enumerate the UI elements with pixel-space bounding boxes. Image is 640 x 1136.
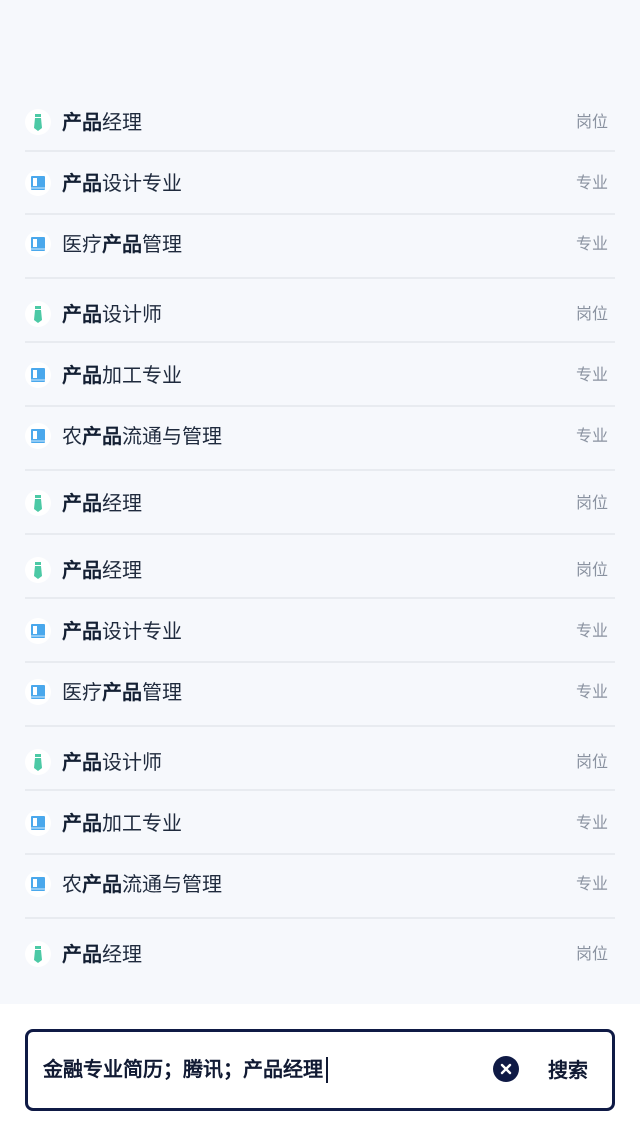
suggestion-item[interactable]: 产品经理 岗位	[25, 547, 615, 593]
tie-icon	[25, 941, 51, 967]
search-query-text: 金融专业简历；腾讯；产品经理	[43, 1057, 323, 1081]
suggestion-list: 产品经理 岗位 产品设计专业 专业 医疗产品管理 专业 产品设计师 岗位 产品加…	[0, 0, 640, 1004]
book-icon	[25, 810, 51, 836]
divider	[25, 533, 615, 535]
divider	[25, 405, 615, 407]
suggestion-label: 产品设计师	[62, 302, 162, 326]
suggestion-type: 岗位	[575, 304, 608, 323]
clear-icon[interactable]	[493, 1056, 519, 1082]
suggestion-type: 专业	[575, 365, 608, 384]
suggestion-type: 岗位	[575, 493, 608, 512]
suggestion-item[interactable]: 产品加工专业 专业	[25, 800, 615, 846]
book-icon	[25, 618, 51, 644]
divider	[25, 597, 615, 599]
suggestion-label: 医疗产品管理	[62, 680, 182, 704]
suggestion-type: 岗位	[575, 560, 608, 579]
suggestion-item[interactable]: 医疗产品管理 专业	[25, 669, 615, 715]
suggestion-item[interactable]: 产品设计专业 专业	[25, 160, 615, 206]
suggestion-type: 专业	[575, 234, 608, 253]
tie-icon	[25, 749, 51, 775]
book-icon	[25, 679, 51, 705]
suggestion-type: 专业	[575, 682, 608, 701]
suggestion-label: 产品加工专业	[62, 811, 182, 835]
book-icon	[25, 871, 51, 897]
book-icon	[25, 170, 51, 196]
suggestion-label: 农产品流通与管理	[62, 872, 222, 896]
suggestion-label: 产品设计师	[62, 750, 162, 774]
search-button[interactable]: 搜索	[533, 1050, 603, 1090]
divider	[25, 469, 615, 471]
suggestion-item[interactable]: 农产品流通与管理 专业	[25, 413, 615, 459]
divider	[25, 725, 615, 727]
suggestion-item[interactable]: 产品经理 岗位	[25, 931, 615, 977]
suggestion-type: 专业	[575, 813, 608, 832]
suggestion-item[interactable]: 医疗产品管理 专业	[25, 221, 615, 267]
suggestion-label: 医疗产品管理	[62, 232, 182, 256]
divider	[25, 213, 615, 215]
suggestion-type: 专业	[575, 173, 608, 192]
suggestion-item[interactable]: 产品经理 岗位	[25, 99, 615, 145]
divider	[25, 661, 615, 663]
text-caret	[326, 1057, 328, 1083]
divider	[25, 853, 615, 855]
suggestion-type: 专业	[575, 621, 608, 640]
search-bar: 金融专业简历；腾讯；产品经理 搜索	[0, 1004, 640, 1136]
suggestion-item[interactable]: 产品加工专业 专业	[25, 352, 615, 398]
suggestion-type: 岗位	[575, 112, 608, 131]
book-icon	[25, 423, 51, 449]
suggestion-label: 产品经理	[62, 942, 142, 966]
divider	[25, 277, 615, 279]
suggestion-label: 产品经理	[62, 558, 142, 582]
suggestion-type: 专业	[575, 426, 608, 445]
tie-icon	[25, 490, 51, 516]
suggestion-label: 产品经理	[62, 110, 142, 134]
suggestion-label: 产品加工专业	[62, 363, 182, 387]
search-input[interactable]: 金融专业简历；腾讯；产品经理 搜索	[25, 1029, 615, 1111]
tie-icon	[25, 557, 51, 583]
suggestion-label: 产品设计专业	[62, 619, 182, 643]
book-icon	[25, 362, 51, 388]
suggestion-item[interactable]: 产品设计专业 专业	[25, 608, 615, 654]
divider	[25, 917, 615, 919]
divider	[25, 341, 615, 343]
suggestion-type: 岗位	[575, 752, 608, 771]
book-icon	[25, 231, 51, 257]
divider	[25, 150, 615, 152]
divider	[25, 789, 615, 791]
tie-icon	[25, 109, 51, 135]
suggestion-label: 产品设计专业	[62, 171, 182, 195]
tie-icon	[25, 301, 51, 327]
suggestion-item[interactable]: 农产品流通与管理 专业	[25, 861, 615, 907]
suggestion-label: 产品经理	[62, 491, 142, 515]
suggestion-item[interactable]: 产品经理 岗位	[25, 480, 615, 526]
suggestion-label: 农产品流通与管理	[62, 424, 222, 448]
suggestion-item[interactable]: 产品设计师 岗位	[25, 291, 615, 337]
suggestion-item[interactable]: 产品设计师 岗位	[25, 739, 615, 785]
suggestion-type: 岗位	[575, 944, 608, 963]
suggestion-type: 专业	[575, 874, 608, 893]
